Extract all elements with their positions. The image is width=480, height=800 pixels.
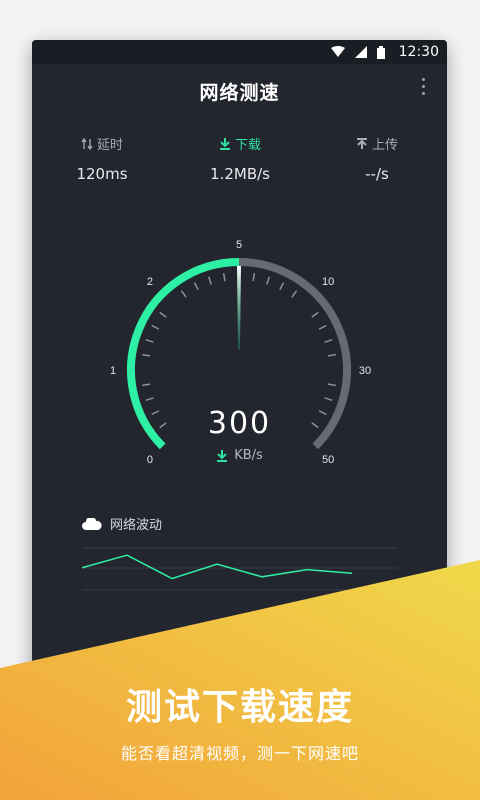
gauge-tick xyxy=(180,290,187,298)
network-wave-chart xyxy=(82,547,397,591)
gauge-scale-label: 10 xyxy=(322,276,334,288)
gauge-tick xyxy=(145,339,154,343)
gauge-tick xyxy=(279,282,285,291)
latency-label: 延时 xyxy=(96,138,123,153)
wave-header: 网络波动 xyxy=(82,514,162,533)
gauge-tick xyxy=(193,282,199,291)
wave-line xyxy=(82,554,353,580)
signal-icon xyxy=(354,46,367,58)
gauge-tick xyxy=(208,276,212,285)
gauge-scale-label: 5 xyxy=(236,239,242,251)
app-bar: 网络测速 xyxy=(32,64,447,114)
latency-metric: 延时 120ms xyxy=(42,134,162,183)
metrics-row: 延时 120ms 下载 1.2MB/s 上传 --/s xyxy=(32,134,447,194)
speed-unit: KB/s xyxy=(234,448,263,463)
gauge-tick xyxy=(145,397,154,401)
upload-label: 上传 xyxy=(371,138,398,153)
wave-title: 网络波动 xyxy=(110,518,163,533)
gauge-tick xyxy=(159,311,167,318)
gauge-scale-label: 2 xyxy=(147,276,153,288)
gauge-tick xyxy=(252,273,256,282)
upload-metric: 上传 --/s xyxy=(317,134,437,183)
status-bar: 12:30 xyxy=(32,40,447,64)
gauge-tick xyxy=(266,276,270,285)
gauge-tick xyxy=(222,273,226,282)
gauge-tick xyxy=(142,383,151,387)
download-metric: 下载 1.2MB/s xyxy=(180,134,300,183)
gauge-tick xyxy=(151,324,160,330)
gauge-tick xyxy=(327,353,336,357)
battery-icon xyxy=(376,45,385,59)
latency-arrows-icon xyxy=(81,137,93,150)
page-title: 网络测速 xyxy=(199,82,280,104)
download-icon xyxy=(219,137,230,150)
gauge-tick xyxy=(142,353,151,357)
download-value: 1.2MB/s xyxy=(210,165,270,183)
speed-unit-row: KB/s xyxy=(32,448,447,463)
status-time: 12:30 xyxy=(398,44,439,60)
speed-gauge: 0125103050 xyxy=(110,239,371,466)
gauge-tick xyxy=(318,324,327,330)
speed-value: 300 xyxy=(207,406,272,441)
gauge-tick xyxy=(291,290,298,298)
promo-subline: 能否看超清视频，测一下网速吧 xyxy=(120,744,359,763)
phone-screen: 12:30 网络测速 延时 120ms 下载 1.2MB/s 上传 --/s 0… xyxy=(32,40,447,680)
upload-icon xyxy=(356,137,367,149)
gauge-tick xyxy=(311,311,319,318)
download-small-icon xyxy=(217,449,228,462)
gauge-tick xyxy=(324,397,333,401)
wifi-icon xyxy=(330,46,345,57)
gauge-scale-label: 1 xyxy=(110,365,116,377)
more-menu-icon[interactable] xyxy=(419,78,427,100)
gauge-scale-label: 30 xyxy=(359,365,371,377)
cloud-icon xyxy=(82,517,102,530)
promo-headline: 测试下载速度 xyxy=(125,687,354,728)
download-label: 下载 xyxy=(234,138,261,153)
gauge-needle xyxy=(237,266,241,350)
latency-value: 120ms xyxy=(76,165,128,183)
gauge-tick xyxy=(327,383,336,387)
upload-value: --/s xyxy=(365,165,389,183)
gauge-tick xyxy=(324,339,333,343)
